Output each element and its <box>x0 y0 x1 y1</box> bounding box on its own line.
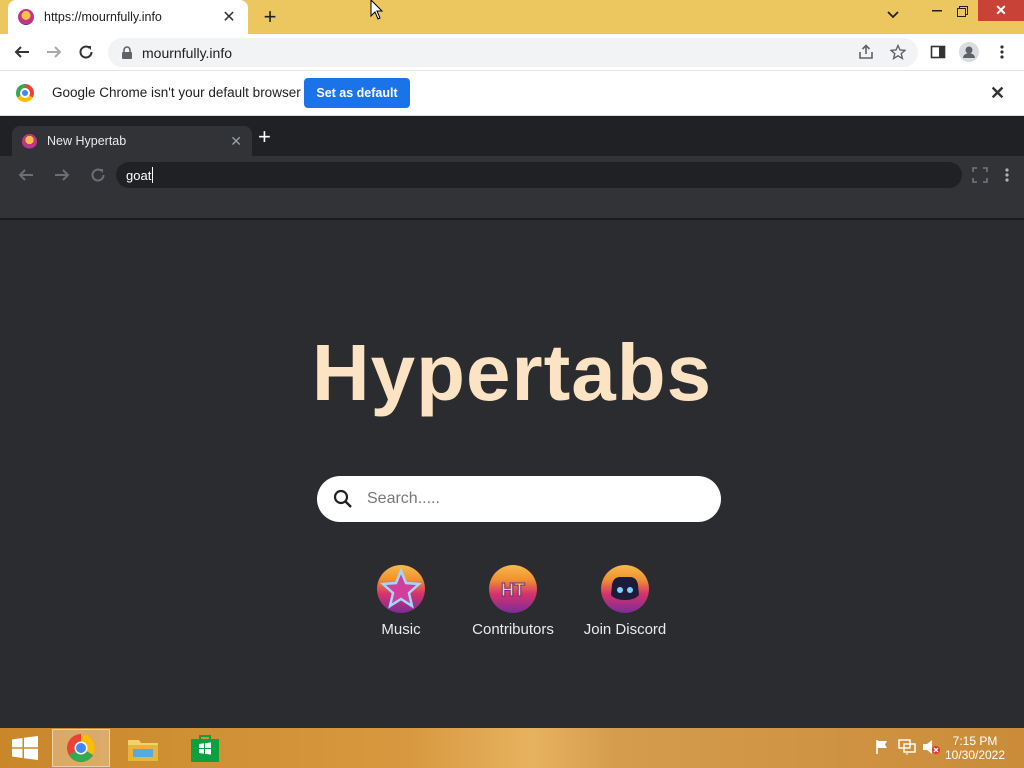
shortcut-contributors[interactable]: HT Contributors <box>458 565 568 638</box>
hypertabs-tab-title: New Hypertab <box>47 134 127 148</box>
hypertabs-favicon-icon <box>22 133 37 149</box>
store-icon <box>191 735 219 762</box>
forward-arrow-icon <box>55 169 70 181</box>
volume-muted-icon[interactable] <box>922 739 940 755</box>
forward-arrow-icon <box>47 46 62 58</box>
shortcut-label: Contributors <box>472 621 554 638</box>
search-input[interactable] <box>367 490 687 508</box>
set-as-default-button[interactable]: Set as default <box>304 78 410 108</box>
hypertabs-tabstrip: New Hypertab ✕ <box>0 116 1024 156</box>
page-title: Hypertabs <box>311 328 713 417</box>
restore-button[interactable] <box>947 0 977 22</box>
hypertabs-content: Hypertabs Music HT Contributors Join Dis… <box>0 221 1024 728</box>
share-icon[interactable] <box>856 42 876 62</box>
hypertabs-back-button[interactable] <box>15 164 37 186</box>
site-favicon-icon <box>18 9 34 25</box>
hypertabs-forward-button[interactable] <box>51 164 73 186</box>
browser-titlebar: https://mournfully.info ✕ + ✕ <box>0 0 1024 34</box>
forward-button[interactable] <box>41 39 67 65</box>
infobar-close-icon[interactable]: ✕ <box>990 83 1005 104</box>
browser-tab-title: https://mournfully.info <box>44 10 162 24</box>
shortcut-join-discord[interactable]: Join Discord <box>570 565 680 638</box>
new-tab-button[interactable]: + <box>258 3 282 31</box>
taskbar-clock[interactable]: 7:15 PM 10/30/2022 <box>940 734 1010 762</box>
shortcut-label: Join Discord <box>583 621 667 638</box>
hypertabs-search-box[interactable] <box>317 476 721 522</box>
star-icon <box>377 565 425 613</box>
tab-close-icon[interactable]: ✕ <box>220 7 238 27</box>
windows-logo-icon <box>12 736 38 760</box>
default-browser-infobar: Google Chrome isn't your default browser… <box>0 71 1024 116</box>
chrome-logo-icon <box>16 84 34 102</box>
hypertabs-new-tab-button[interactable]: + <box>258 124 271 150</box>
chrome-menu-icon[interactable] <box>992 42 1012 62</box>
reload-icon <box>91 168 105 182</box>
clock-date: 10/30/2022 <box>944 748 1006 762</box>
hypertabs-address-value: goat <box>126 167 152 183</box>
hypertabs-tab-close-icon[interactable]: ✕ <box>230 133 242 150</box>
address-bar[interactable]: mournfully.info <box>108 38 918 67</box>
shortcut-label: Music <box>381 621 421 638</box>
address-bar-url: mournfully.info <box>142 44 233 61</box>
svg-text:HT: HT <box>501 580 525 600</box>
hypertabs-toolbar: goat <box>0 156 1024 220</box>
profile-avatar-icon[interactable] <box>959 42 979 62</box>
back-button[interactable] <box>9 39 35 65</box>
browser-tab-active[interactable]: https://mournfully.info ✕ <box>8 0 248 34</box>
back-arrow-icon <box>18 169 33 181</box>
side-panel-icon[interactable] <box>928 42 948 62</box>
reload-button[interactable] <box>73 39 99 65</box>
taskbar-chrome[interactable] <box>52 729 110 767</box>
text-caret <box>152 167 154 183</box>
action-center-flag-icon[interactable] <box>874 739 890 755</box>
network-icon[interactable] <box>898 739 916 755</box>
bookmark-star-icon[interactable] <box>888 42 908 62</box>
hypertabs-address-bar[interactable]: goat <box>116 162 962 188</box>
taskbar-file-explorer[interactable] <box>114 729 172 767</box>
taskbar-store[interactable] <box>176 729 234 767</box>
discord-icon <box>601 565 649 613</box>
lock-icon <box>122 45 132 59</box>
hypertabs-reload-button[interactable] <box>87 164 109 186</box>
shortcut-music[interactable]: Music <box>346 565 456 638</box>
fullscreen-icon[interactable] <box>969 164 991 186</box>
reload-icon <box>79 45 93 59</box>
mouse-cursor-icon <box>370 0 384 20</box>
search-icon <box>333 489 352 508</box>
window-close-button[interactable]: ✕ <box>978 0 1024 21</box>
chrome-logo-icon <box>67 734 95 762</box>
back-arrow-icon <box>14 46 29 58</box>
clock-time: 7:15 PM <box>952 734 998 748</box>
windows-taskbar: 7:15 PM 10/30/2022 <box>0 728 1024 768</box>
infobar-message: Google Chrome isn't your default browser <box>52 85 301 100</box>
folder-icon <box>128 740 158 761</box>
browser-toolbar: mournfully.info <box>0 34 1024 71</box>
start-button[interactable] <box>0 729 50 767</box>
ht-logo-icon: HT <box>489 565 537 613</box>
hypertabs-tab-active[interactable]: New Hypertab ✕ <box>12 126 252 156</box>
hypertabs-menu-icon[interactable] <box>996 164 1018 186</box>
tab-search-chevron-icon[interactable] <box>887 6 899 22</box>
